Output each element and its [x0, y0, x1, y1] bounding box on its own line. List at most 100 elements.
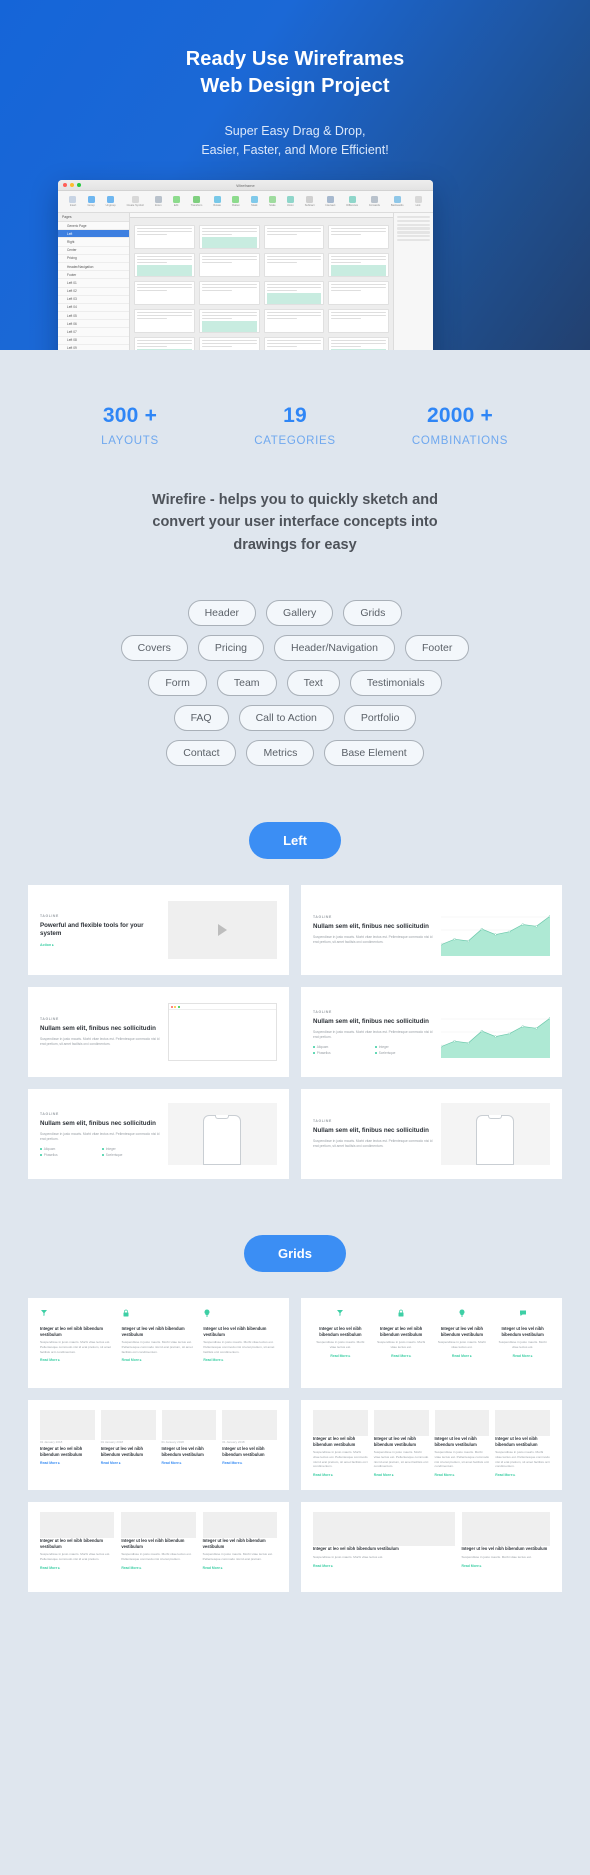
toolbar-item[interactable]: Backwards [391, 196, 404, 207]
app-sidebar-item[interactable]: Left 05 [58, 312, 129, 321]
app-sidebar-item[interactable]: Left 06 [58, 320, 129, 329]
app-sidebar-item[interactable]: Left 04 [58, 304, 129, 313]
app-canvas[interactable] [130, 213, 393, 350]
toolbar-item[interactable]: Zoom [154, 196, 162, 207]
app-sidebar-item[interactable]: Generic Page [58, 222, 129, 231]
toolbar-item[interactable]: Intersect [325, 196, 335, 207]
grid-card-read-more-link[interactable]: Read More ▸ [40, 1461, 95, 1465]
canvas-artboard[interactable] [263, 337, 325, 350]
wireframe-card[interactable]: TAGLINE Nullam sem elit, finibus nec soll… [28, 987, 289, 1078]
canvas-artboard[interactable] [134, 225, 195, 249]
toolbar-item[interactable]: Difference [346, 196, 358, 207]
toolbar-item[interactable]: Group [87, 196, 95, 207]
grid-card-item[interactable]: 01 January 2018 Integer ut leo vel nibh b… [40, 1410, 95, 1480]
toolbar-item[interactable]: Forwards [369, 196, 380, 207]
wireframe-card[interactable]: TAGLINE Powerful and flexible tools for y… [28, 885, 289, 976]
grid-card-read-more-link[interactable]: Read More ▸ [203, 1358, 277, 1362]
canvas-artboard[interactable] [328, 225, 389, 249]
app-sidebar-item[interactable]: Center [58, 247, 129, 255]
grid-card-read-more-link[interactable]: Read More ▸ [162, 1461, 217, 1465]
grid-card-read-more-link[interactable]: Read More ▸ [313, 1564, 455, 1568]
grid-card-item[interactable]: Integer ut leo vel nibh bibendum vestibu… [313, 1410, 368, 1480]
category-pill[interactable]: Call to Action [238, 705, 334, 732]
app-sidebar-item[interactable]: Left 03 [58, 296, 129, 304]
category-pill[interactable]: Grids [343, 600, 403, 627]
toolbar-item[interactable]: Rotate [213, 196, 221, 207]
canvas-artboard[interactable] [134, 281, 195, 305]
category-pill[interactable]: Covers [120, 635, 188, 662]
app-sidebar-item[interactable]: Left 07 [58, 328, 129, 337]
grid-card[interactable]: Integer ut leo vel nibh bibendum vestibu… [301, 1502, 562, 1593]
category-pill[interactable]: Base Element [324, 740, 424, 767]
grid-card-item[interactable]: Integer ut leo vel nibh bibendum vestibu… [203, 1308, 277, 1378]
grid-card[interactable]: Integer ut leo vel nibh bibendum vestibu… [301, 1400, 562, 1491]
canvas-artboard[interactable] [263, 225, 325, 249]
wireframe-card-action-link[interactable]: Action ▸ [40, 943, 160, 947]
app-sidebar-item[interactable]: Left 02 [58, 288, 129, 296]
grid-card-item[interactable]: Integer ut leo vel nibh bibendum vestibu… [202, 1512, 277, 1582]
grid-card-item[interactable]: 01 January 2018 Integer ut leo vel nibh b… [222, 1410, 277, 1480]
canvas-artboard[interactable] [263, 281, 325, 305]
grid-card-item[interactable]: Integer ut leo vel nibh bibendum vestibu… [495, 1308, 550, 1378]
toolbar-item[interactable]: Flatten [232, 196, 240, 207]
grid-card-item[interactable]: Integer ut leo vel nibh bibendum vestibu… [495, 1410, 550, 1480]
grid-card-item[interactable]: 01 January 2018 Integer ut leo vel nibh b… [161, 1410, 217, 1480]
toolbar-item[interactable]: Link [414, 196, 422, 207]
grid-card-item[interactable]: Integer ut leo vel nibh bibendum vestibu… [40, 1512, 115, 1582]
app-sidebar-item[interactable]: Left 01 [58, 279, 129, 288]
section-button-left[interactable]: Left [249, 822, 341, 860]
wireframe-card[interactable]: TAGLINE Nullam sem elit, finibus nec soll… [28, 1089, 289, 1180]
canvas-artboard[interactable] [198, 225, 260, 249]
category-pill[interactable]: Team [216, 670, 277, 697]
category-pill[interactable]: Footer [404, 635, 470, 662]
grid-card-read-more-link[interactable]: Read More ▸ [121, 1566, 195, 1570]
category-pill[interactable]: Text [286, 670, 340, 697]
grid-card[interactable]: Integer ut leo vel nibh bibendum vestibu… [301, 1298, 562, 1389]
category-pill[interactable]: Contact [166, 740, 237, 767]
wireframe-card[interactable]: TAGLINE Nullam sem elit, finibus nec soll… [301, 885, 562, 976]
grid-card[interactable]: Integer ut leo vel nibh bibendum vestibu… [28, 1298, 289, 1389]
grid-card-item[interactable]: Integer ut leo vel nibh bibendum vestibu… [313, 1308, 368, 1378]
grid-card-read-more-link[interactable]: Read More ▸ [40, 1566, 114, 1570]
grid-card-read-more-link[interactable]: Read More ▸ [435, 1473, 490, 1477]
minimize-icon[interactable] [174, 1005, 177, 1008]
grid-card-read-more-link[interactable]: Read More ▸ [122, 1358, 196, 1362]
grid-card-read-more-link[interactable]: Read More ▸ [222, 1461, 277, 1465]
maximize-icon[interactable] [177, 1005, 180, 1008]
toolbar-item[interactable]: Edit [172, 196, 180, 207]
canvas-artboard[interactable] [198, 253, 260, 277]
category-pill[interactable]: Form [148, 670, 207, 697]
canvas-artboard[interactable] [134, 337, 195, 350]
close-icon[interactable] [170, 1005, 173, 1008]
category-pill[interactable]: Portfolio [343, 705, 417, 732]
app-sidebar-item[interactable]: Left 08 [58, 337, 129, 345]
category-pill[interactable]: Gallery [266, 600, 334, 627]
app-sidebar-item[interactable]: Right [58, 238, 129, 247]
canvas-artboard[interactable] [328, 253, 389, 277]
app-sidebar-item[interactable]: Header/Navigation [58, 263, 129, 272]
category-pill[interactable]: Pricing [197, 635, 265, 662]
toolbar-item[interactable]: Scale [268, 196, 276, 207]
grid-card-read-more-link[interactable]: Read More ▸ [374, 1354, 429, 1358]
canvas-artboard[interactable] [198, 309, 260, 333]
grid-card-item[interactable]: Integer ut leo vel nibh bibendum vestibu… [40, 1308, 114, 1378]
grid-card-read-more-link[interactable]: Read More ▸ [101, 1461, 156, 1465]
app-sidebar-item[interactable]: Left [58, 230, 129, 239]
canvas-artboard[interactable] [263, 253, 325, 277]
toolbar-item[interactable]: Subtract [305, 196, 314, 207]
canvas-artboard[interactable] [263, 309, 325, 333]
grid-card-item[interactable]: Integer ut leo vel nibh bibendum vestibu… [121, 1512, 196, 1582]
grid-card-item[interactable]: Integer ut leo vel nibh bibendum vestibu… [374, 1308, 429, 1378]
canvas-artboard[interactable] [134, 309, 195, 333]
app-sidebar-item[interactable]: Pricing [58, 255, 129, 263]
category-pill[interactable]: Testimonials [349, 670, 442, 697]
category-pill[interactable]: Metrics [246, 740, 315, 767]
grid-card-item[interactable]: Integer ut leo vel nibh bibendum vestibu… [313, 1512, 455, 1582]
canvas-artboard[interactable] [328, 337, 389, 350]
canvas-artboard[interactable] [198, 337, 260, 350]
video-placeholder[interactable] [167, 901, 277, 960]
wireframe-card[interactable]: TAGLINE Nullam sem elit, finibus nec soll… [301, 1089, 562, 1180]
toolbar-item[interactable]: Ungroup [106, 196, 116, 207]
app-sidebar-item[interactable]: Left 09 [58, 345, 129, 350]
canvas-artboard[interactable] [328, 281, 389, 305]
